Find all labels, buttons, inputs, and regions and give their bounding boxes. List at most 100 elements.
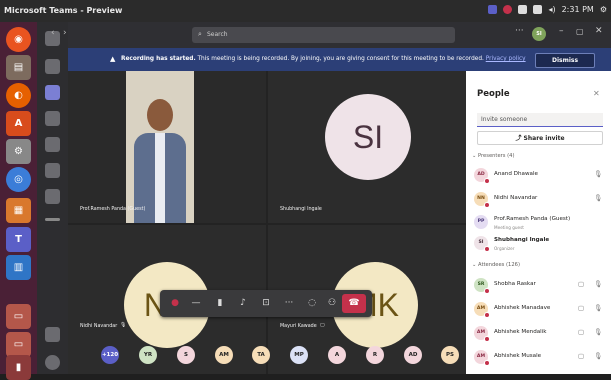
avatar-yr[interactable]: YR xyxy=(139,346,157,364)
attendees-label: Attendees (126) xyxy=(478,262,520,268)
record-indicator-icon: ● xyxy=(171,298,179,308)
battery-icon[interactable] xyxy=(533,5,543,14)
overflow-count-avatar[interactable]: +120 xyxy=(101,346,119,364)
calls-icon[interactable] xyxy=(45,163,60,178)
banner-message: Recording has started. This meeting is b… xyxy=(121,56,526,62)
avatar-mp[interactable]: MP xyxy=(290,346,308,364)
participant-row[interactable]: AM Abhishek Manadave ▢ 🎙 xyxy=(474,300,606,318)
window-title: Microsoft Teams - Preview xyxy=(4,6,123,15)
avatar-a[interactable]: A xyxy=(328,346,346,364)
search-input[interactable]: ⌕ Search xyxy=(192,27,455,43)
chat-bubble-icon[interactable]: ◌ xyxy=(306,297,318,309)
hang-up-button[interactable]: ☎ xyxy=(342,294,366,313)
volume-icon[interactable]: ◂) xyxy=(548,5,555,14)
help-icon[interactable] xyxy=(45,355,60,370)
apps-icon[interactable] xyxy=(45,327,60,342)
disk-icon-2[interactable]: ▭ xyxy=(6,332,31,357)
more-options-icon[interactable]: ··· xyxy=(515,26,524,36)
share-invite-button[interactable]: ⤴ Share invite xyxy=(477,131,603,145)
participant-row[interactable]: SI Shubhangi Ingale Organizer xyxy=(474,234,606,252)
tile-name-ramesh: Prof.Ramesh Panda (Guest) xyxy=(80,207,146,212)
avatar-ta[interactable]: TA xyxy=(252,346,270,364)
record-tray-icon[interactable] xyxy=(503,5,513,14)
tile-name-shubhangi: Shubhangi Ingale xyxy=(280,207,322,212)
chromium-icon[interactable]: ◎ xyxy=(6,167,31,192)
avatar-ps[interactable]: PS xyxy=(441,346,459,364)
participant-row[interactable]: AM Abhishek Mendalik ▢ 🎙 xyxy=(474,324,606,342)
avatar-s[interactable]: S xyxy=(177,346,195,364)
close-panel-icon[interactable]: ✕ xyxy=(593,89,600,98)
tile-name-mayuri: Mayuri Kawade xyxy=(280,324,317,329)
mic-icon[interactable]: ♪ xyxy=(237,297,249,309)
calendar-icon[interactable] xyxy=(45,137,60,152)
participant-name: Abhishek Musale xyxy=(494,353,542,359)
minimize-icon[interactable]: – xyxy=(559,26,564,36)
avatar-r[interactable]: R xyxy=(366,346,384,364)
ubuntu-launcher: ◉ ▤ ◐ A ⚙ ◎ ▦ T ▥ ▭ ▭ ▮ xyxy=(0,22,37,380)
trash-icon[interactable]: ▮ xyxy=(6,355,31,380)
teams-launcher-icon[interactable]: T xyxy=(6,227,31,252)
more-actions-icon[interactable]: ··· xyxy=(283,297,295,309)
files-icon[interactable]: ▤ xyxy=(6,55,31,80)
video-stage: Prof.Ramesh Panda (Guest) SI Shubhangi I… xyxy=(68,71,466,374)
teams-icon[interactable] xyxy=(45,85,60,100)
clock[interactable]: 2:31 PM xyxy=(562,5,594,14)
chat-icon[interactable] xyxy=(45,59,60,74)
settings-gear-icon[interactable]: ⚙ xyxy=(600,5,607,14)
participant-row[interactable]: NN Nidhi Navandar 🎙 xyxy=(474,190,606,208)
profile-avatar[interactable]: SI xyxy=(532,27,546,41)
system-settings-icon[interactable]: ⚙ xyxy=(6,139,31,164)
disk-icon[interactable]: ▭ xyxy=(6,304,31,329)
participant-row[interactable]: PP Prof.Ramesh Panda (Guest) Meeting gue… xyxy=(474,213,606,231)
camera-off-icon[interactable]: ▮ xyxy=(214,297,226,309)
presenters-header[interactable]: ⌄ Presenters (4) xyxy=(472,153,515,159)
share-invite-label: Share invite xyxy=(523,135,565,142)
avatar-am[interactable]: AM xyxy=(215,346,233,364)
files-rail-icon[interactable] xyxy=(45,189,60,204)
participant-name: Nidhi Navandar xyxy=(494,195,538,201)
mic-muted-icon: 🎙 xyxy=(594,194,603,202)
software-center-icon[interactable]: A xyxy=(6,111,31,136)
dismiss-button[interactable]: Dismiss xyxy=(535,53,595,68)
invite-input[interactable]: Invite someone xyxy=(477,113,603,127)
more-apps-icon[interactable] xyxy=(45,218,60,221)
system-tray: ◂) 2:31 PM ⚙ xyxy=(488,5,607,14)
participant-row[interactable]: AD Anand Dhawale 🎙 xyxy=(474,166,606,184)
participant-name: Shobha Raskar xyxy=(494,281,536,287)
maximize-icon[interactable]: ▢ xyxy=(576,27,584,36)
close-window-icon[interactable]: ✕ xyxy=(595,26,603,36)
participant-name: Prof.Ramesh Panda (Guest) xyxy=(494,216,571,222)
participant-row[interactable]: AM Abhishek Musale ▢ 🎙 xyxy=(474,348,606,366)
attendees-header[interactable]: ⌄ Attendees (126) xyxy=(472,262,520,268)
timer-icon: — xyxy=(191,298,201,308)
firefox-icon[interactable]: ◐ xyxy=(6,83,31,108)
back-arrow-icon[interactable]: ‹ xyxy=(51,28,55,38)
video-off-icon: ▢ xyxy=(578,304,585,312)
network-icon[interactable] xyxy=(518,5,528,14)
mic-muted-icon: 🎙 xyxy=(594,280,603,288)
video-off-icon: ▢ xyxy=(578,328,585,336)
participant-row[interactable]: SR Shobha Raskar ▢ 🎙 xyxy=(474,276,606,294)
participants-icon[interactable]: ⚇ xyxy=(326,297,338,309)
status-dot xyxy=(484,336,490,342)
privacy-policy-link[interactable]: Privacy policy xyxy=(486,56,526,62)
warning-icon: ▲ xyxy=(110,55,116,63)
participant-video xyxy=(126,71,194,223)
person-shirt xyxy=(155,133,165,223)
forward-arrow-icon[interactable]: › xyxy=(63,28,67,38)
people-title: People xyxy=(477,89,510,99)
call-controls: ● — ▮ ♪ ⊡ ··· ◌ ⚇ ☎ xyxy=(160,290,372,317)
participant-name: Anand Dhawale xyxy=(494,171,538,177)
share-screen-icon[interactable]: ⊡ xyxy=(260,297,272,309)
teams-app-rail xyxy=(37,22,68,374)
ubuntu-logo-icon[interactable]: ◉ xyxy=(6,27,31,52)
mic-icon-nidhi: 🎙 xyxy=(120,323,127,328)
video-tile-ramesh[interactable]: Prof.Ramesh Panda (Guest) xyxy=(68,71,266,223)
video-tile-shubhangi[interactable]: SI Shubhangi Ingale xyxy=(268,71,466,223)
teams-tray-icon[interactable] xyxy=(488,5,498,14)
assignments-icon[interactable] xyxy=(45,111,60,126)
writer-icon[interactable]: ▥ xyxy=(6,255,31,280)
archive-icon[interactable]: ▦ xyxy=(6,198,31,223)
avatar-ad[interactable]: AD xyxy=(404,346,422,364)
person-head xyxy=(147,99,173,131)
